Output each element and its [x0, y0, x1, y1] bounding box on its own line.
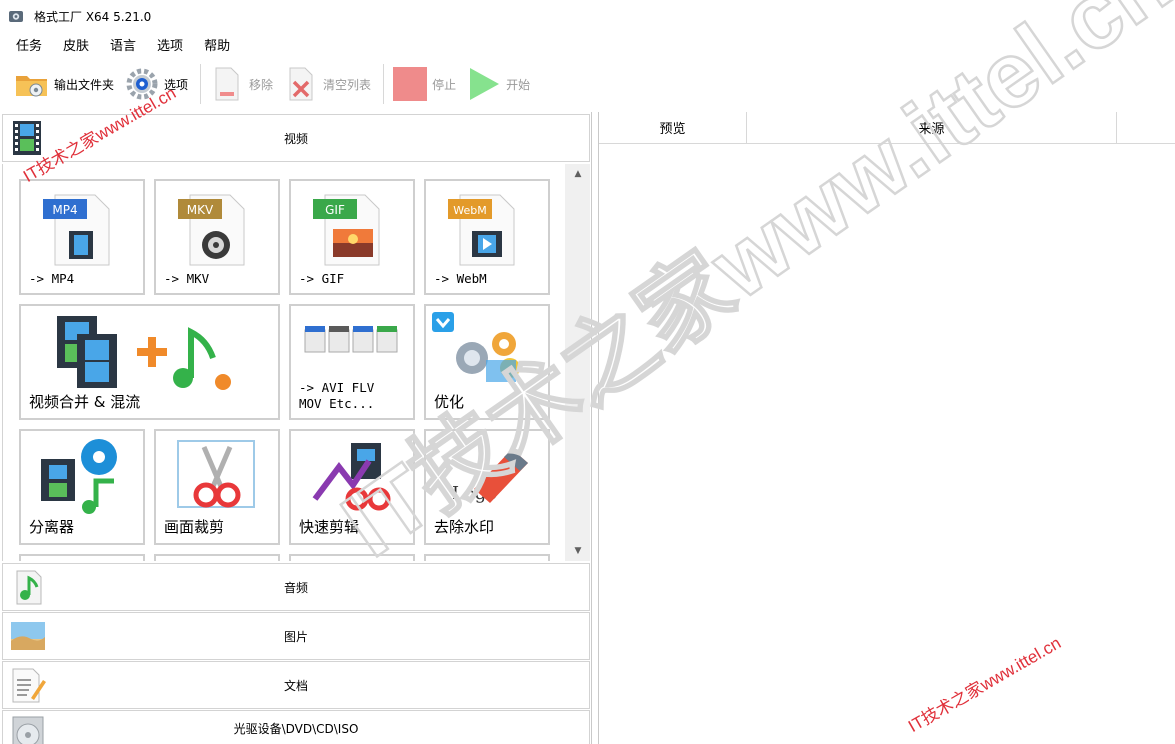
clear-list-button[interactable]: 清空列表 — [283, 62, 371, 106]
stop-button[interactable]: 停止 — [392, 62, 456, 106]
merge-mux-icon — [57, 316, 231, 390]
tile-to-mp4[interactable]: MP4 -> MP4 — [19, 179, 145, 295]
app-logo-icon — [9, 11, 23, 22]
splitter-icon — [41, 439, 117, 514]
category-document[interactable]: 文档 — [2, 661, 590, 709]
column-header-source[interactable]: 来源 — [747, 112, 1117, 144]
svg-text:GIF: GIF — [325, 203, 345, 217]
toolbar: 输出文件夹 选项 移除 清空列表 停止 开始 — [0, 58, 1175, 110]
start-button[interactable]: 开始 — [466, 62, 530, 106]
folder-icon — [14, 66, 50, 102]
mkv-file-icon: MKV — [178, 194, 245, 266]
tile-splitter[interactable]: 分离器 — [19, 429, 145, 545]
menu-task[interactable]: 任务 — [14, 33, 44, 56]
tile-optimize[interactable]: 优化 — [424, 304, 550, 420]
toolbar-separator — [200, 64, 202, 104]
gif-file-icon: GIF — [313, 194, 380, 266]
grid-scrollbar[interactable]: ▲ ▼ — [565, 164, 590, 561]
play-icon — [466, 66, 502, 102]
tile-partial[interactable] — [424, 554, 550, 561]
tile-remove-watermark[interactable]: Logo 去除水印 — [424, 429, 550, 545]
title-bar: 格式工厂 X64 5.21.0 — [0, 0, 1175, 32]
svg-text:MKV: MKV — [187, 203, 214, 217]
svg-text:MP4: MP4 — [52, 203, 77, 217]
tile-partial[interactable] — [19, 554, 145, 561]
webm-file-icon: WebM — [448, 194, 515, 266]
category-image[interactable]: 图片 — [2, 612, 590, 660]
optimize-gears-icon — [432, 312, 520, 382]
eraser-logo-icon: Logo — [452, 449, 528, 504]
category-disc[interactable]: 光驱设备\DVD\CD\ISO — [2, 710, 590, 744]
tile-to-webm[interactable]: WebM -> WebM — [424, 179, 550, 295]
window-title: 格式工厂 X64 5.21.0 — [34, 9, 152, 24]
tile-to-gif[interactable]: GIF -> GIF — [289, 179, 415, 295]
tile-quick-edit[interactable]: 快速剪辑 — [289, 429, 415, 545]
film-strip-icon — [13, 121, 41, 155]
menu-options[interactable]: 选项 — [155, 33, 185, 56]
tile-video-merge[interactable]: 视频合并 & 混流 — [19, 304, 280, 420]
menu-bar: 任务 皮肤 语言 选项 帮助 — [0, 32, 1175, 56]
category-panel: 视频 MP4 -> MP4 MKV -> MKV GIF -> GIF WebM… — [0, 112, 592, 744]
clear-list-icon — [283, 66, 319, 102]
column-header-extra[interactable] — [1117, 112, 1175, 144]
tile-partial[interactable] — [289, 554, 415, 561]
gear-icon — [124, 66, 160, 102]
category-video[interactable]: 视频 — [2, 114, 590, 162]
tile-partial[interactable] — [154, 554, 280, 561]
scroll-thumb[interactable] — [569, 186, 587, 406]
video-tool-grid: MP4 -> MP4 MKV -> MKV GIF -> GIF WebM ->… — [2, 164, 590, 561]
menu-help[interactable]: 帮助 — [202, 33, 232, 56]
music-note-icon — [16, 570, 42, 605]
remove-button[interactable]: 移除 — [209, 62, 273, 106]
output-folder-button[interactable]: 输出文件夹 — [14, 62, 114, 106]
tile-to-mkv[interactable]: MKV -> MKV — [154, 179, 280, 295]
mp4-file-icon: MP4 — [43, 194, 110, 266]
svg-text:WebM: WebM — [453, 204, 486, 217]
options-button[interactable]: 选项 — [124, 62, 188, 106]
remove-file-icon — [209, 66, 245, 102]
task-list-panel: 预览 来源 — [598, 112, 1175, 744]
column-header-preview[interactable]: 预览 — [599, 112, 747, 144]
scroll-up-arrow-icon[interactable]: ▲ — [565, 164, 590, 184]
stop-icon — [392, 66, 428, 102]
document-pencil-icon — [12, 668, 46, 703]
menu-skin[interactable]: 皮肤 — [61, 33, 91, 56]
crop-scissors-icon — [177, 440, 255, 508]
picture-landscape-icon — [11, 622, 45, 650]
tile-crop[interactable]: 画面裁剪 — [154, 429, 280, 545]
scroll-down-arrow-icon[interactable]: ▼ — [565, 541, 590, 561]
format-icons-strip — [304, 326, 398, 353]
menu-language[interactable]: 语言 — [108, 33, 138, 56]
toolbar-separator — [383, 64, 385, 104]
category-audio[interactable]: 音频 — [2, 563, 590, 611]
quick-edit-icon — [312, 443, 391, 511]
tile-to-avi-flv-mov[interactable]: -> AVI FLV MOV Etc... — [289, 304, 415, 420]
disc-icon — [12, 716, 44, 744]
